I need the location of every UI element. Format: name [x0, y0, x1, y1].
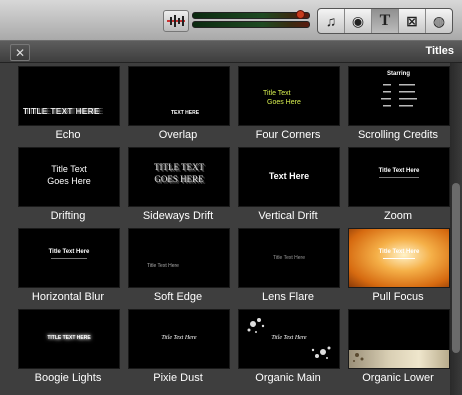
preview-text: Title Text Here: [48, 249, 90, 255]
toolbar: ♫ ◉ T ⊠ ◍: [0, 0, 462, 41]
meter-slider-knob[interactable]: [296, 10, 305, 19]
titles-panel-header: ✕ Titles: [0, 41, 462, 63]
title-tile-scrolling-credits[interactable]: Starring Scrolling Credits: [348, 66, 450, 141]
title-tile-overlap[interactable]: TEXT HERE Overlap: [128, 66, 230, 141]
preview-text: TEXT HERE: [171, 110, 200, 116]
tile-label: Pull Focus: [372, 291, 424, 303]
media-browser-segmented-control: ♫ ◉ T ⊠ ◍: [317, 8, 453, 34]
transitions-icon: ⊠: [406, 12, 418, 29]
preview-text-line-1: Title Text: [51, 164, 87, 174]
thumbnail: Title Text Here: [128, 228, 230, 288]
preview-text-line-1: TITLE TEXT: [153, 162, 205, 172]
tile-label: Zoom: [383, 210, 413, 222]
title-tile-boogie-lights[interactable]: TITLE TEXT HERE Boogie Lights: [18, 309, 120, 384]
preview-text: Title Text Here: [271, 335, 307, 341]
volume-meter[interactable]: [192, 10, 310, 28]
tile-label: Vertical Drift: [258, 210, 318, 222]
thumbnail: Title Text Here: [348, 147, 450, 207]
thumbnail: TITLE TEXT GOES HERE: [128, 147, 230, 207]
tile-label: Horizontal Blur: [31, 291, 105, 303]
titles-icon: T: [379, 12, 391, 29]
thumbnail: Starring: [348, 66, 450, 126]
title-tile-pull-focus[interactable]: Title Text Here Pull Focus: [348, 228, 450, 303]
tile-label: Organic Main: [255, 372, 321, 384]
tile-label: Four Corners: [255, 129, 321, 141]
thumbnail: Title Text Here: [348, 228, 450, 288]
thumbnail: [348, 309, 450, 369]
title-tile-vertical-drift[interactable]: Text Here Vertical Drift: [238, 147, 340, 222]
tile-label: Echo: [55, 129, 81, 141]
preview-text: Title Text Here: [161, 335, 197, 341]
preview-text: Title Text Here: [273, 255, 305, 261]
titles-grid: TITLE TEXT HERE Echo TEXT HERE Overlap T…: [0, 63, 450, 395]
tile-label: Lens Flare: [262, 291, 314, 303]
audio-waveform-icon: [167, 15, 185, 27]
preview-text: Title Text Here: [378, 168, 420, 174]
title-tile-pixie-dust[interactable]: Title Text Here Pixie Dust: [128, 309, 230, 384]
subtitle-line: [379, 177, 419, 178]
vertical-scrollbar[interactable]: [450, 63, 462, 395]
music-button[interactable]: ♫: [318, 9, 345, 33]
title-tile-echo[interactable]: TITLE TEXT HERE Echo: [18, 66, 120, 141]
camera-icon: ◉: [351, 12, 365, 29]
audio-waveform-button[interactable]: [163, 10, 189, 32]
tile-label: Sideways Drift: [142, 210, 214, 222]
photos-button[interactable]: ◉: [345, 9, 372, 33]
thumbnail: Title Text Here: [238, 228, 340, 288]
meter-channel-right: [192, 21, 310, 28]
title-tile-organic-main[interactable]: Title Text Here Organic Main: [238, 309, 340, 384]
close-panel-button[interactable]: ✕: [10, 44, 30, 61]
music-icon: ♫: [325, 13, 337, 29]
tile-label: Pixie Dust: [153, 372, 203, 384]
title-tile-sideways-drift[interactable]: TITLE TEXT GOES HERE Sideways Drift: [128, 147, 230, 222]
preview-text-line-2: Goes Here: [267, 99, 301, 106]
thumbnail: Title Text Here: [128, 309, 230, 369]
subtitle-line: [383, 258, 415, 259]
preview-text-line-2: Goes Here: [47, 176, 91, 186]
thumbnail: Title Text Goes Here: [18, 147, 120, 207]
credits-lines-graphic: [381, 84, 417, 107]
title-tile-horizontal-blur[interactable]: Title Text Here Horizontal Blur: [18, 228, 120, 303]
preview-text: TITLE TEXT HERE: [23, 107, 100, 116]
globe-icon: ◍: [432, 12, 446, 29]
transitions-button[interactable]: ⊠: [399, 9, 426, 33]
scrollbar-thumb[interactable]: [452, 183, 460, 353]
preview-text: Title Text Here: [147, 263, 179, 269]
tile-label: Overlap: [158, 129, 198, 141]
title-tile-drifting[interactable]: Title Text Goes Here Drifting: [18, 147, 120, 222]
title-tile-organic-lower[interactable]: Organic Lower: [348, 309, 450, 384]
title-tile-four-corners[interactable]: Title Text Goes Here Four Corners: [238, 66, 340, 141]
maps-button[interactable]: ◍: [426, 9, 452, 33]
thumbnail: Title Text Here: [238, 309, 340, 369]
title-tile-zoom[interactable]: Title Text Here Zoom: [348, 147, 450, 222]
tile-label: Boogie Lights: [34, 372, 102, 384]
thumbnail: TITLE TEXT HERE: [18, 66, 120, 126]
thumbnail: TITLE TEXT HERE: [18, 309, 120, 369]
preview-text: Title Text Here: [378, 249, 420, 255]
tile-label: Soft Edge: [153, 291, 203, 303]
thumbnail: Title Text Here: [18, 228, 120, 288]
preview-text-line-2: GOES HERE: [154, 174, 204, 184]
preview-text-line-1: Title Text: [263, 90, 291, 97]
preview-text: Text Here: [268, 171, 310, 181]
title-tile-soft-edge[interactable]: Title Text Here Soft Edge: [128, 228, 230, 303]
preview-text: TITLE TEXT HERE: [47, 335, 91, 341]
titles-button[interactable]: T: [372, 9, 399, 33]
title-tile-lens-flare[interactable]: Title Text Here Lens Flare: [238, 228, 340, 303]
thumbnail: Title Text Goes Here: [238, 66, 340, 126]
panel-title: Titles: [425, 45, 454, 57]
tile-label: Drifting: [50, 210, 86, 222]
meter-channel-left: [192, 12, 310, 19]
tile-label: Organic Lower: [362, 372, 434, 384]
subtitle-line: [51, 258, 87, 259]
close-icon: ✕: [14, 45, 26, 60]
organic-ornament-graphic: [353, 353, 364, 362]
thumbnail: TEXT HERE: [128, 66, 230, 126]
tile-label: Scrolling Credits: [357, 129, 439, 141]
thumbnail: Text Here: [238, 147, 340, 207]
